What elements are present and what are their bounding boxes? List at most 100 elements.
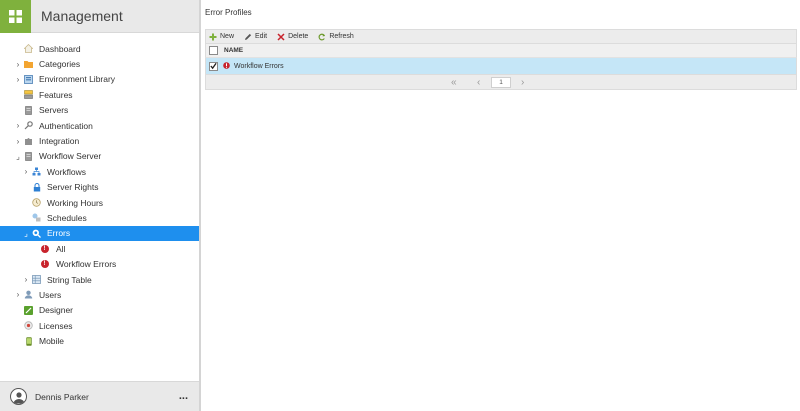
- nav-item-server-rights[interactable]: Server Rights: [0, 180, 199, 195]
- error-icon: !: [40, 244, 49, 253]
- pencil-icon: [245, 33, 252, 40]
- nav-label: String Table: [47, 274, 92, 285]
- nav-item-authentication[interactable]: › Authentication: [0, 118, 199, 133]
- column-header-name[interactable]: NAME: [224, 47, 243, 54]
- nav-item-users[interactable]: › Users: [0, 287, 199, 302]
- nav-item-environment-library[interactable]: › Environment Library: [0, 72, 199, 87]
- nav-label: Workflow Errors: [56, 259, 117, 270]
- designer-icon: [24, 305, 33, 315]
- more-options-button[interactable]: ...: [179, 390, 188, 402]
- nav-label: Workflow Server: [39, 151, 102, 162]
- nav-label: Servers: [39, 105, 69, 116]
- row-checkbox[interactable]: [209, 61, 218, 71]
- schedule-icon: [32, 213, 41, 222]
- edit-label: Edit: [255, 33, 268, 40]
- delete-button[interactable]: Delete: [277, 32, 309, 41]
- workflow-icon: [32, 167, 41, 176]
- nav-label: All: [56, 243, 66, 254]
- delete-label: Delete: [288, 33, 309, 40]
- nav-tree: Dashboard › Categories › Environment Lib…: [0, 41, 199, 349]
- nav-item-dashboard[interactable]: Dashboard: [0, 41, 199, 56]
- nav-item-features[interactable]: Features: [0, 87, 199, 102]
- nav-label: Errors: [47, 228, 71, 239]
- nav-item-workflows[interactable]: › Workflows: [0, 164, 199, 179]
- user-footer: Dennis Parker ...: [0, 381, 199, 411]
- nav-item-all[interactable]: ! All: [0, 241, 199, 256]
- chevron-right-icon[interactable]: ›: [14, 74, 22, 84]
- error-icon: [223, 61, 230, 71]
- row-name: Workflow Errors: [234, 62, 284, 70]
- nav-label: Dashboard: [39, 43, 81, 54]
- folder-icon: [24, 60, 33, 69]
- error-search-icon: [32, 229, 41, 238]
- next-page-button[interactable]: ›: [521, 78, 524, 88]
- pager: « ‹ 1 ›: [205, 74, 797, 90]
- nav-item-categories[interactable]: › Categories: [0, 56, 199, 71]
- nav-item-mobile[interactable]: Mobile: [0, 333, 199, 348]
- chevron-right-icon[interactable]: ›: [14, 136, 22, 146]
- nav-label: Schedules: [47, 212, 87, 223]
- nav-item-string-table[interactable]: › String Table: [0, 272, 199, 287]
- nav-label: Designer: [39, 305, 74, 316]
- nav-item-integration[interactable]: › Integration: [0, 133, 199, 148]
- user-name: Dennis Parker: [35, 391, 89, 402]
- nav-item-workflow-server[interactable]: ⌟ Workflow Server: [0, 149, 199, 164]
- nav-label: Server Rights: [47, 182, 99, 193]
- chevron-right-icon[interactable]: ›: [14, 59, 22, 69]
- nav-label: Features: [39, 89, 73, 100]
- house-icon: [24, 44, 33, 54]
- app-header: Management: [0, 0, 199, 33]
- collapse-icon[interactable]: ⌟: [14, 151, 22, 161]
- refresh-icon: [318, 33, 326, 40]
- nav-label: Licenses: [39, 320, 73, 331]
- nav-item-schedules[interactable]: Schedules: [0, 210, 199, 225]
- previous-page-button[interactable]: ‹: [477, 78, 480, 88]
- puzzle-icon: [24, 137, 33, 146]
- first-page-button[interactable]: «: [451, 78, 457, 88]
- avatar[interactable]: [10, 388, 27, 405]
- nav-item-designer[interactable]: Designer: [0, 303, 199, 318]
- collapse-icon[interactable]: ⌟: [22, 228, 30, 238]
- server-icon: [24, 105, 33, 115]
- page-number-input[interactable]: 1: [491, 77, 511, 88]
- nav-item-errors[interactable]: ⌟ Errors: [0, 225, 199, 242]
- new-button[interactable]: New: [209, 33, 234, 41]
- chevron-right-icon[interactable]: ›: [14, 290, 22, 300]
- nav-label: Integration: [39, 136, 80, 147]
- nav-label: Users: [39, 289, 62, 300]
- nav-label: Categories: [39, 59, 81, 70]
- chevron-right-icon[interactable]: ›: [14, 121, 22, 131]
- edit-button[interactable]: Edit: [244, 33, 267, 41]
- main-content: Error Profiles New Edit Delete Refresh N…: [201, 0, 800, 411]
- app-title: Management: [41, 8, 123, 24]
- refresh-button[interactable]: Refresh: [318, 33, 354, 41]
- plus-icon: [209, 33, 217, 40]
- table-row[interactable]: Workflow Errors: [205, 58, 797, 74]
- nav-item-servers[interactable]: Servers: [0, 103, 199, 118]
- select-all-checkbox[interactable]: [209, 46, 218, 55]
- chevron-right-icon[interactable]: ›: [22, 275, 30, 285]
- nav-item-working-hours[interactable]: Working Hours: [0, 195, 199, 210]
- key-icon: [24, 121, 33, 130]
- nav-label: Mobile: [39, 336, 65, 347]
- mobile-icon: [24, 336, 33, 346]
- page-title: Error Profiles: [205, 8, 252, 17]
- nav-label: Authentication: [39, 120, 93, 131]
- chevron-right-icon[interactable]: ›: [22, 167, 30, 177]
- clock-icon: [32, 198, 41, 207]
- nav-item-licenses[interactable]: Licenses: [0, 318, 199, 333]
- checkmark-icon: [210, 62, 217, 70]
- delete-x-icon: [277, 32, 285, 41]
- nav-label: Working Hours: [47, 197, 104, 208]
- license-icon: [24, 321, 33, 330]
- nav-label: Environment Library: [39, 74, 116, 85]
- features-icon: [24, 90, 33, 100]
- grid-header-row: NAME: [205, 44, 797, 58]
- toolbar: New Edit Delete Refresh: [205, 29, 797, 44]
- app-grid-icon[interactable]: [0, 0, 31, 33]
- server-icon: [24, 152, 33, 161]
- sidebar: Management Dashboard › Categories › Envi…: [0, 0, 201, 411]
- new-label: New: [220, 33, 235, 40]
- nav-label: Workflows: [47, 166, 87, 177]
- nav-item-workflow-errors[interactable]: ! Workflow Errors: [0, 256, 199, 271]
